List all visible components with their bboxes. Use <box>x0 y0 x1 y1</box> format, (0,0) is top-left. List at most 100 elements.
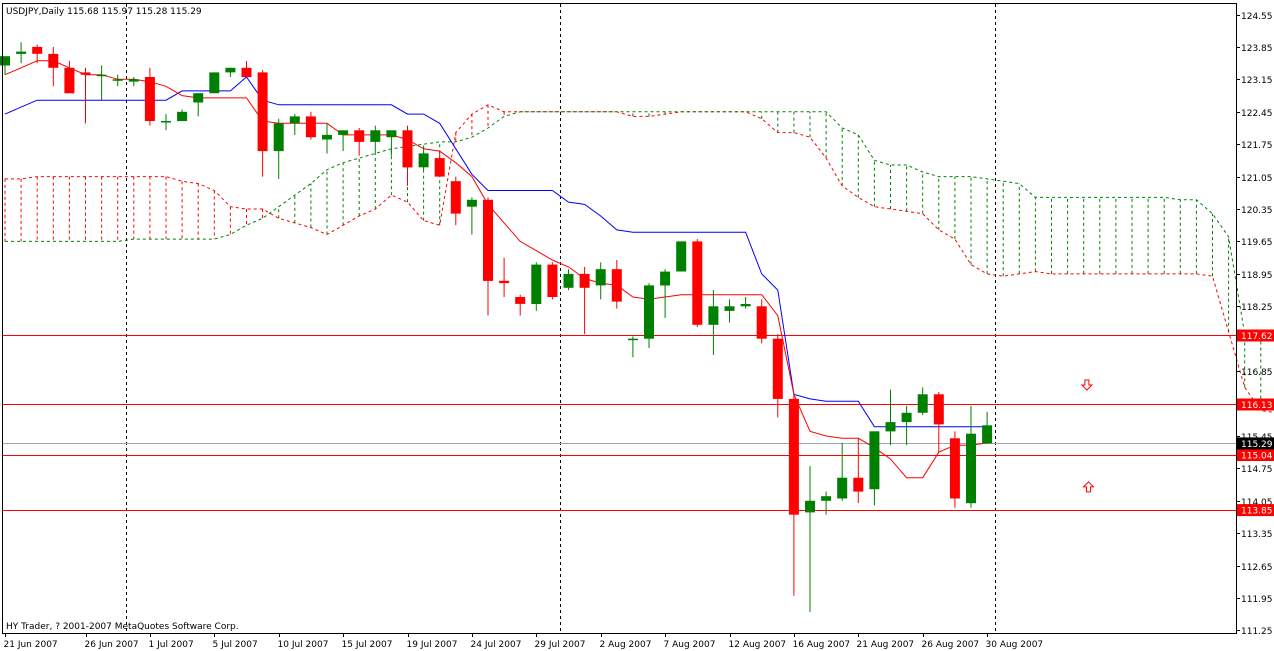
candle-body <box>273 123 284 152</box>
price-tick-label: 116.85 <box>1241 368 1273 378</box>
time-tick-label: 5 Jul 2007 <box>213 640 258 650</box>
time-tick-label: 16 Aug 2007 <box>793 640 851 650</box>
price-tick-label: 111.95 <box>1241 595 1273 605</box>
candle-body <box>547 264 558 297</box>
candle-body <box>982 425 993 444</box>
candle <box>644 283 654 348</box>
candle-body <box>144 77 155 121</box>
price-tick-label: 114.75 <box>1241 465 1273 475</box>
candle <box>547 262 558 300</box>
candle-body <box>901 412 912 423</box>
candle-body <box>370 130 381 142</box>
time-tick-label: 15 Jul 2007 <box>342 640 393 650</box>
candle-body <box>161 121 171 123</box>
candle-body <box>595 269 606 286</box>
candle-body <box>48 53 59 68</box>
candle-body <box>434 158 445 177</box>
level-price-label: 115.04 <box>1241 452 1273 462</box>
candle <box>692 239 703 328</box>
candle <box>676 241 687 272</box>
candle-body <box>322 134 332 140</box>
candle-body <box>96 74 107 77</box>
candle-body <box>563 273 574 288</box>
price-tick-label: 121.75 <box>1241 141 1273 151</box>
price-tick-label: 121.05 <box>1241 174 1273 184</box>
time-tick-label: 26 Jun 2007 <box>85 640 139 650</box>
candle-body <box>289 116 300 124</box>
price-tick-label: 118.25 <box>1241 303 1273 313</box>
candle-body <box>257 72 268 152</box>
candle-body <box>676 241 687 272</box>
candle-body <box>756 306 767 339</box>
candle-body <box>402 130 413 168</box>
candle-body <box>531 264 542 304</box>
level-price-label: 113.85 <box>1241 507 1273 517</box>
candle-body <box>949 438 960 499</box>
candle-body <box>177 111 188 122</box>
candle-body <box>933 394 944 425</box>
candle-body <box>193 93 204 103</box>
candle <box>531 262 542 311</box>
chart-background <box>0 0 1274 651</box>
price-tick-label: 124.55 <box>1241 12 1273 22</box>
time-tick-label: 10 Jul 2007 <box>278 640 329 650</box>
candle-body <box>483 199 493 281</box>
candle-body <box>499 280 510 284</box>
candle-body <box>627 338 638 341</box>
candle-body <box>724 306 735 311</box>
time-tick-label: 24 Jul 2007 <box>471 640 522 650</box>
candle-body <box>354 130 365 142</box>
time-tick-label: 21 Jun 2007 <box>4 640 58 650</box>
candle-body <box>885 422 896 432</box>
candle-body <box>772 338 783 399</box>
candle-body <box>805 500 815 513</box>
candle-body <box>837 477 848 499</box>
candle <box>949 431 960 508</box>
price-tick-label: 113.35 <box>1241 530 1273 540</box>
candle-body <box>450 181 461 214</box>
candle-body <box>80 72 91 75</box>
price-tick-label: 122.45 <box>1241 109 1273 119</box>
time-tick-label: 21 Aug 2007 <box>857 640 915 650</box>
price-tick-label: 111.25 <box>1241 627 1273 637</box>
candle-body <box>64 67 75 94</box>
candle-body <box>466 199 477 207</box>
candle-body <box>16 51 27 54</box>
candle-body <box>821 496 832 501</box>
candle-body <box>917 394 928 413</box>
price-tick-label: 118.95 <box>1241 271 1273 281</box>
candle-body <box>708 306 719 325</box>
candle <box>209 72 220 94</box>
candle-body <box>418 153 429 168</box>
candle-body <box>32 46 43 54</box>
time-tick-label: 12 Aug 2007 <box>729 640 787 650</box>
candle-body <box>225 67 236 73</box>
price-tick-label: 112.65 <box>1241 563 1273 573</box>
candle-body <box>966 433 976 504</box>
time-tick-label: 29 Jul 2007 <box>535 640 586 650</box>
level-price-label: 117.62 <box>1241 332 1273 342</box>
price-chart[interactable]: 124.55 123.85 123.15 122.45 121.75 121.05 120.… <box>0 0 1274 651</box>
price-tick-label: 120.35 <box>1241 206 1273 216</box>
price-tick-label: 123.85 <box>1241 44 1273 54</box>
candle-body <box>788 398 799 515</box>
candle-body <box>692 241 703 325</box>
candle-body <box>853 477 864 492</box>
candle-body <box>112 79 123 81</box>
time-tick-label: 7 Aug 2007 <box>664 640 716 650</box>
candle-body <box>611 269 622 302</box>
candle-body <box>515 297 526 304</box>
symbol-info: USDJPY,Daily 115.68 115.97 115.28 115.29 <box>6 7 202 17</box>
candle-body <box>209 72 220 94</box>
price-tick-label: 123.15 <box>1241 76 1273 86</box>
time-tick-label: 30 Aug 2007 <box>986 640 1044 650</box>
time-tick-label: 19 Jul 2007 <box>407 640 458 650</box>
candle-body <box>0 56 10 66</box>
last-price-label: 115.29 <box>1241 440 1273 450</box>
candle-body <box>128 79 139 82</box>
candle-body <box>660 271 671 286</box>
price-tick-label: 119.65 <box>1241 238 1273 248</box>
candle-body <box>338 130 349 135</box>
time-tick-label: 26 Aug 2007 <box>922 640 980 650</box>
candle-body <box>740 304 751 307</box>
